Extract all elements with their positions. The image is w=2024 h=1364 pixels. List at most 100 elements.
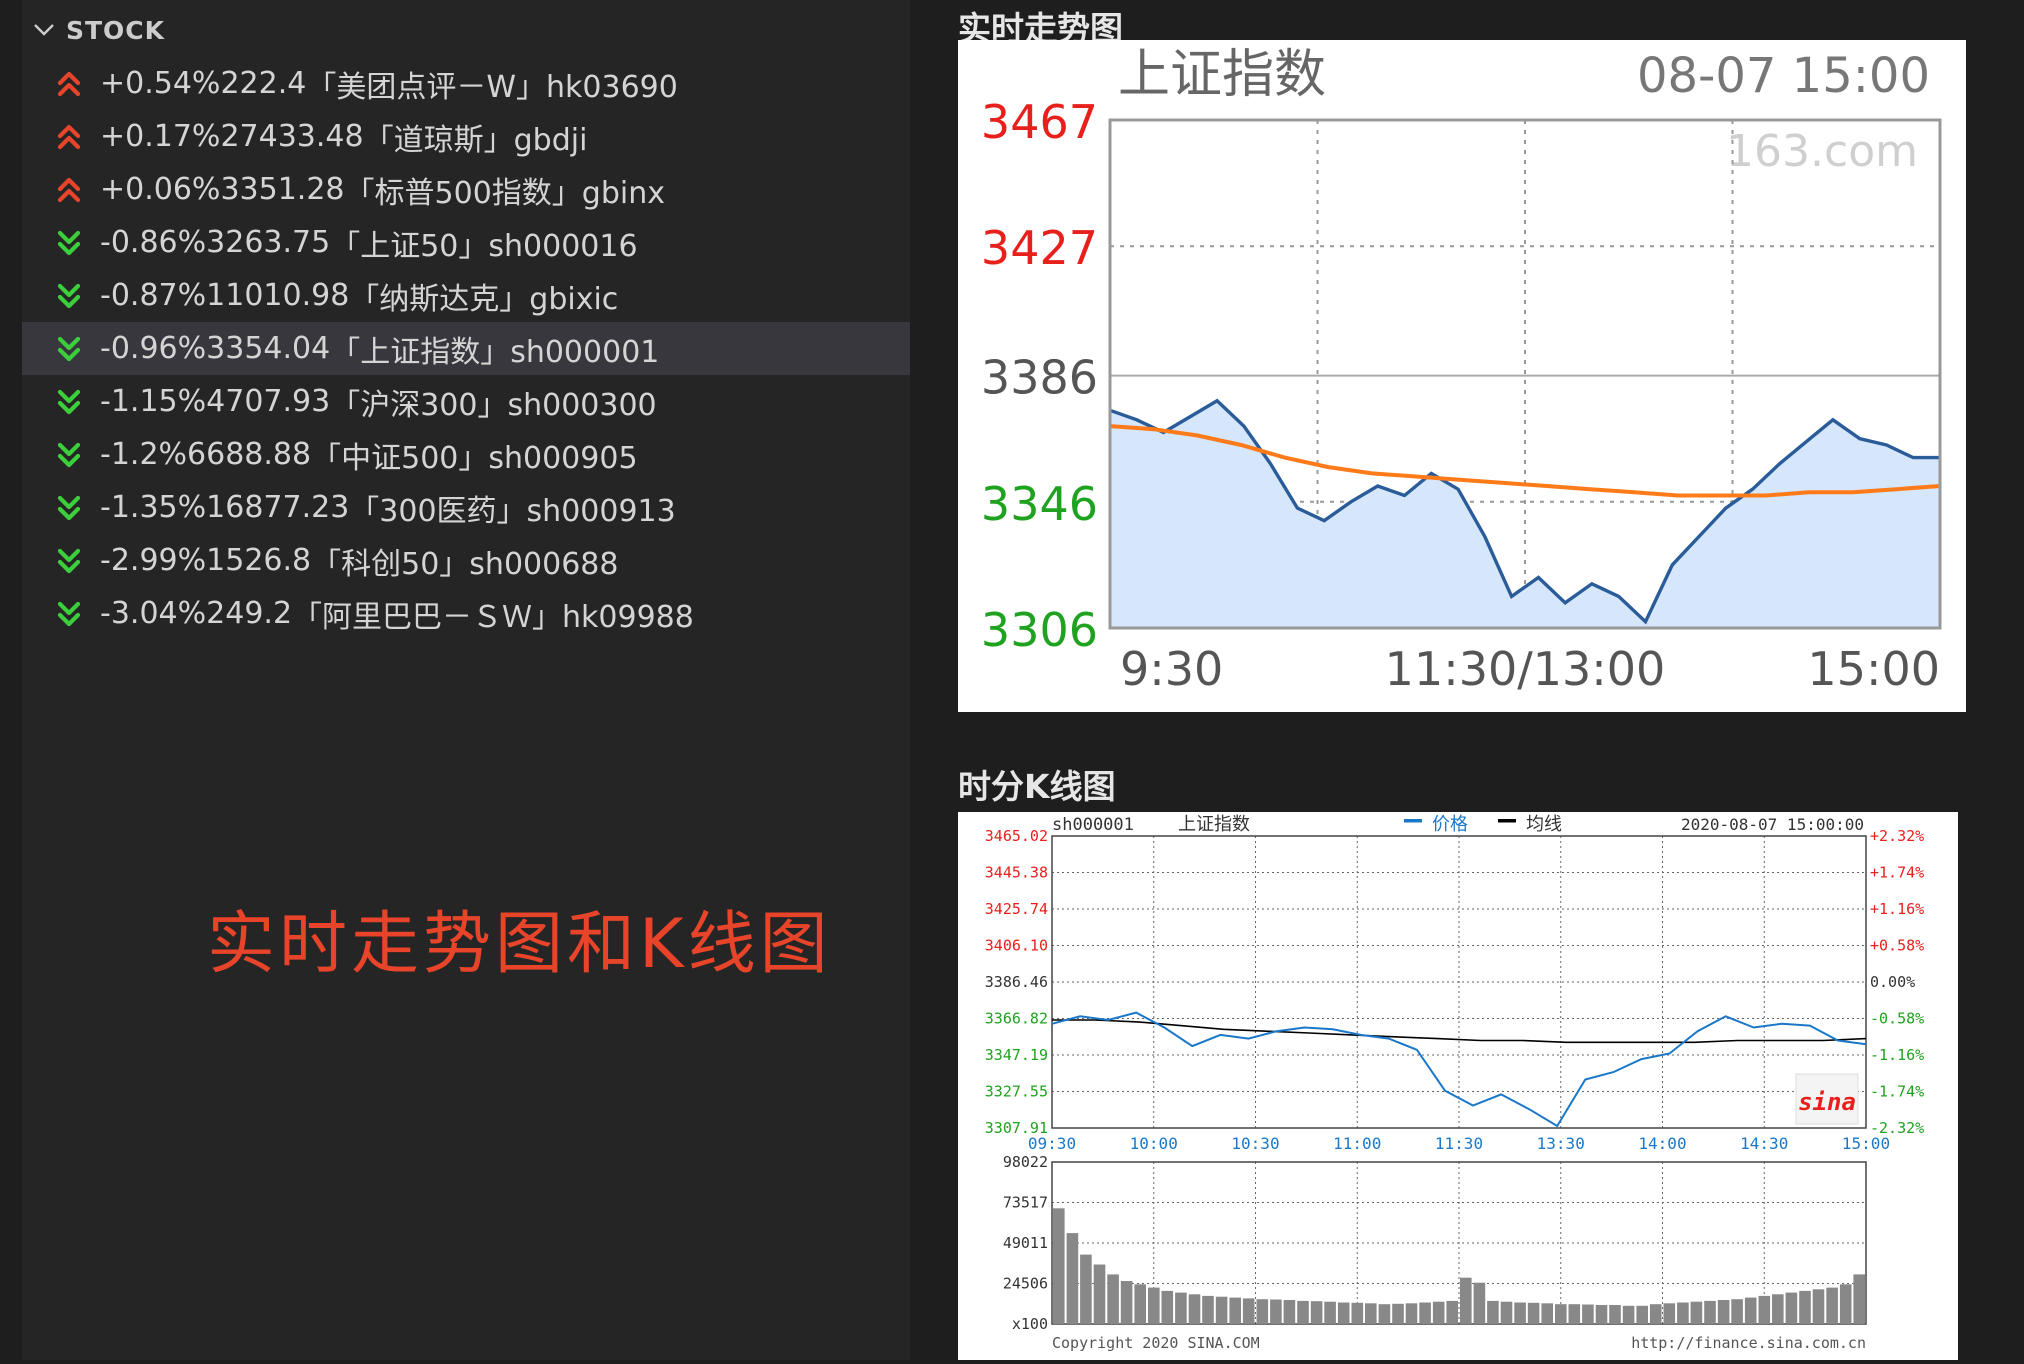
k-volume-label: 98022 [1003, 1153, 1048, 1171]
stock-name: 「美团点评－W」hk03690 [306, 69, 678, 105]
k-volume-bar [1717, 1300, 1730, 1324]
chevron-down-icon[interactable] [22, 8, 66, 52]
k-price-label: 3445.38 [985, 864, 1048, 882]
rt-datetime: 08-07 15:00 [1637, 48, 1930, 104]
stock-row[interactable]: -1.15% 4707.93 「沪深300」sh000300 [22, 375, 910, 428]
stock-price: 6688.88 [187, 437, 312, 472]
rt-y-label: 3346 [981, 477, 1098, 531]
stock-row[interactable]: -1.35% 16877.23 「300医药」sh000913 [22, 481, 910, 534]
kline-chart-svg: sh000001 上证指数 价格 均线 2020-08-07 15:00:00 3465.… [958, 812, 1958, 1360]
rt-y-label: 3386 [981, 351, 1098, 405]
stock-row[interactable]: -0.96% 3354.04 「上证指数」sh000001 [22, 322, 910, 375]
rt-x-label: 9:30 [1120, 642, 1223, 696]
k-volume-bar [1839, 1284, 1852, 1324]
k-time-label: 14:30 [1740, 1134, 1788, 1153]
double-chevron-down-icon [52, 334, 86, 364]
k-volume-label: 73517 [1003, 1194, 1048, 1212]
stock-name: 「上证指数」sh000001 [330, 334, 660, 370]
rt-index-name: 上证指数 [1118, 45, 1326, 105]
k-price-label: 3406.10 [985, 937, 1048, 955]
k-copyright: Copyright 2020 SINA.COM [1052, 1334, 1260, 1352]
k-volume-label: x100 [1012, 1315, 1048, 1333]
stock-price: 249.2 [206, 596, 293, 631]
k-volume-bar [1555, 1304, 1567, 1324]
k-price-label: 3327.55 [985, 1083, 1048, 1101]
stock-change: -3.04% [100, 596, 207, 631]
stock-price: 3354.04 [206, 331, 331, 366]
k-volume-bar [1649, 1304, 1662, 1324]
k-volume-bar [1663, 1303, 1676, 1324]
k-volume-bar [1853, 1274, 1865, 1324]
k-time-label: 10:00 [1130, 1134, 1178, 1153]
overlay-title: 实时走势图和K线图 [207, 905, 832, 984]
k-volume-bar [1622, 1305, 1635, 1324]
stock-change: +0.54% [100, 66, 221, 101]
stock-change: +0.17% [100, 119, 221, 154]
stock-change: -1.15% [100, 384, 207, 419]
rt-x-label: 11:30/13:00 [1385, 642, 1666, 696]
double-chevron-down-icon [52, 387, 86, 417]
k-volume-bar [1093, 1264, 1106, 1324]
stock-name: 「沪深300」sh000300 [330, 387, 657, 423]
stock-row[interactable]: +0.06% 3351.28 「标普500指数」gbinx [22, 163, 910, 216]
stock-section-header[interactable]: STOCK [22, 8, 902, 52]
rt-y-label: 3427 [981, 221, 1098, 275]
k-time-label: 11:30 [1435, 1134, 1483, 1153]
k-volume-bar [1500, 1301, 1513, 1324]
k-volume-bar [1568, 1304, 1581, 1324]
rt-x-label: 15:00 [1807, 642, 1940, 696]
k-time-label: 10:30 [1231, 1134, 1279, 1153]
stock-change: -1.2% [100, 437, 188, 472]
k-code: sh000001 [1052, 815, 1134, 835]
stock-name: 「上证50」sh000016 [330, 228, 638, 264]
k-volume-bar [1215, 1296, 1228, 1324]
stock-name: 「中证500」sh000905 [311, 440, 638, 476]
k-volume-bar [1351, 1302, 1364, 1324]
stock-name: 「阿里巴巴－ＳＷ」hk09988 [292, 599, 694, 635]
stock-row[interactable]: -0.87% 11010.98 「纳斯达克」gbixic [22, 269, 910, 322]
stock-row[interactable]: +0.17% 27433.48 「道琼斯」gbdji [22, 110, 910, 163]
stock-price: 11010.98 [206, 278, 350, 313]
k-pct-label: -1.16% [1870, 1046, 1924, 1064]
stock-change: -0.86% [100, 225, 207, 260]
stock-name: 「科创50」sh000688 [311, 546, 619, 582]
k-volume-bar [1744, 1297, 1757, 1324]
stock-row[interactable]: -1.2% 6688.88 「中证500」sh000905 [22, 428, 910, 481]
stock-row[interactable]: -2.99% 1526.8 「科创50」sh000688 [22, 534, 910, 587]
stock-name: 「标普500指数」gbinx [344, 175, 665, 211]
k-volume-bar [1107, 1274, 1119, 1324]
k-volume-bar [1677, 1302, 1689, 1324]
k-volume-bar [1487, 1300, 1499, 1324]
k-volume-bar [1799, 1290, 1811, 1324]
k-legend-avg: 均线 [1526, 814, 1562, 835]
sidebar-edge [0, 0, 22, 1360]
realtime-chart: 上证指数 08-07 15:00 163.com 3467 3427 3386 3346 33… [958, 40, 1966, 712]
k-pct-label: +0.58% [1870, 937, 1924, 955]
k-legend-price-swatch [1404, 819, 1422, 823]
k-volume-bar [1785, 1292, 1798, 1324]
k-volume-bar [1053, 1208, 1065, 1324]
k-volume-bar [1514, 1302, 1526, 1324]
sina-logo-text: sina [1798, 1088, 1856, 1116]
k-volume-label: 24506 [1003, 1275, 1048, 1293]
stock-price: 1526.8 [206, 543, 312, 578]
double-chevron-down-icon [52, 440, 86, 470]
k-volume-bar [1229, 1297, 1241, 1324]
stock-sidebar: STOCK +0.54% 222.4 「美团点评－W」hk03690 +0.17%… [0, 0, 910, 1360]
stock-name: 「纳斯达克」gbixic [349, 281, 619, 317]
k-time-label: 13:30 [1537, 1134, 1585, 1153]
stock-change: -0.87% [100, 278, 207, 313]
k-pct-label: 0.00% [1870, 973, 1915, 991]
stock-price: 3263.75 [206, 225, 331, 260]
k-url: http://finance.sina.com.cn [1631, 1334, 1866, 1352]
stock-price: 222.4 [220, 66, 307, 101]
k-pct-label: -0.58% [1870, 1010, 1924, 1028]
k-volume-bar [1378, 1304, 1391, 1324]
realtime-chart-svg: 上证指数 08-07 15:00 163.com 3467 3427 3386 3346 33… [981, 45, 1942, 696]
stock-row[interactable]: +0.54% 222.4 「美团点评－W」hk03690 [22, 57, 910, 110]
stock-row[interactable]: -3.04% 249.2 「阿里巴巴－ＳＷ」hk09988 [22, 587, 910, 640]
stock-row[interactable]: -0.86% 3263.75 「上证50」sh000016 [22, 216, 910, 269]
stock-list: +0.54% 222.4 「美团点评－W」hk03690 +0.17% 27433… [22, 57, 910, 640]
k-volume-bar [1405, 1303, 1418, 1324]
k-volume-bar [1066, 1233, 1079, 1324]
